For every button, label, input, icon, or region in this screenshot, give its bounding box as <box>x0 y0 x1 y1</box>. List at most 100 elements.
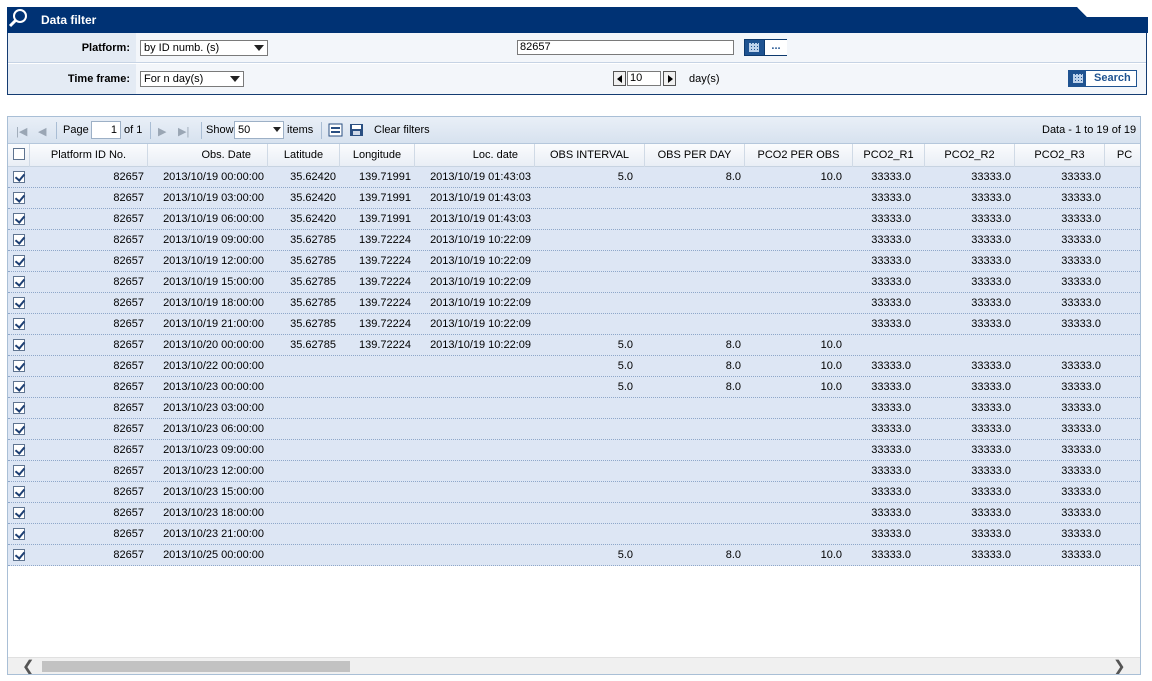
days-increment-button[interactable] <box>663 71 676 86</box>
table-row[interactable]: 82657 2013/10/19 21:00:00 35.62785 139.7222… <box>8 314 1140 335</box>
table-cell <box>645 440 745 460</box>
table-row[interactable]: 82657 2013/10/23 18:00:00 33333.0 33333.0 33… <box>8 503 1140 524</box>
table-cell <box>925 335 1015 355</box>
column-header[interactable]: OBS INTERVAL <box>535 144 645 167</box>
browse-dots: ... <box>764 40 787 55</box>
table-row[interactable]: 82657 2013/10/22 00:00:00 5.0 8.0 10.0 33333.… <box>8 356 1140 377</box>
platform-id-input[interactable]: 82657 <box>517 40 734 55</box>
table-cell: 8.0 <box>725 339 741 351</box>
table-cell: 2013/10/19 09:00:00 <box>163 234 264 246</box>
table-row[interactable]: 82657 2013/10/19 09:00:00 35.62785 139.7222… <box>8 230 1140 251</box>
column-header[interactable]: Latitude <box>268 144 340 167</box>
horizontal-scrollbar[interactable]: ❮ ❯ <box>8 657 1140 674</box>
table-row[interactable]: 82657 2013/10/20 00:00:00 35.62785 139.7222… <box>8 335 1140 356</box>
days-decrement-button[interactable] <box>613 71 626 86</box>
table-cell <box>645 524 745 544</box>
clear-filters-button[interactable]: Clear filters <box>374 124 430 136</box>
table-cell: 33333.0 <box>871 255 911 267</box>
table-cell: 33333.0 <box>971 213 1011 225</box>
table-row[interactable]: 82657 2013/10/23 06:00:00 33333.0 33333.0 33… <box>8 419 1140 440</box>
table-cell: 82657 <box>113 192 144 204</box>
select-all-checkbox[interactable] <box>13 148 25 160</box>
row-checkbox[interactable] <box>13 402 25 414</box>
table-cell <box>535 209 645 229</box>
row-checkbox[interactable] <box>13 528 25 540</box>
row-checkbox[interactable] <box>13 486 25 498</box>
table-cell: 33333.0 <box>1061 381 1101 393</box>
table-cell: 33333.0 <box>971 360 1011 372</box>
chevron-down-icon <box>254 45 264 51</box>
table-row[interactable]: 82657 2013/10/23 00:00:00 5.0 8.0 10.0 33333.… <box>8 377 1140 398</box>
column-header[interactable]: Longitude <box>340 144 415 167</box>
first-page-icon[interactable]: |◀ <box>16 125 27 138</box>
table-cell <box>340 398 415 418</box>
page-number-input[interactable]: 1 <box>91 121 121 139</box>
next-page-icon[interactable]: ▶ <box>158 125 166 138</box>
row-checkbox[interactable] <box>13 213 25 225</box>
search-button[interactable]: Search <box>1068 70 1137 87</box>
table-row[interactable]: 82657 2013/10/19 18:00:00 35.62785 139.7222… <box>8 293 1140 314</box>
row-checkbox[interactable] <box>13 381 25 393</box>
grid-icon <box>749 43 759 52</box>
scroll-right-icon[interactable]: ❯ <box>1113 657 1126 674</box>
row-checkbox[interactable] <box>13 276 25 288</box>
column-header[interactable]: PCO2_R1 <box>853 144 925 167</box>
table-cell: 33333.0 <box>971 465 1011 477</box>
row-checkbox[interactable] <box>13 297 25 309</box>
table-row[interactable]: 82657 2013/10/19 06:00:00 35.62420 139.7199… <box>8 209 1140 230</box>
table-cell: 2013/10/19 15:00:00 <box>163 276 264 288</box>
column-header[interactable]: Obs. Date <box>148 144 268 167</box>
row-checkbox[interactable] <box>13 255 25 267</box>
column-header[interactable]: OBS PER DAY <box>645 144 745 167</box>
browse-platform-button[interactable]: ... <box>744 39 787 56</box>
arrow-right-icon <box>668 75 673 83</box>
table-cell: 2013/10/19 01:43:03 <box>430 213 531 225</box>
timeframe-select-value: For n day(s) <box>144 73 204 85</box>
column-header[interactable]: PCO2 PER OBS <box>745 144 853 167</box>
table-cell: 5.0 <box>617 381 633 393</box>
table-row[interactable]: 82657 2013/10/23 15:00:00 33333.0 33333.0 33… <box>8 482 1140 503</box>
row-checkbox[interactable] <box>13 549 25 561</box>
column-header[interactable]: PCO2_R2 <box>925 144 1015 167</box>
row-checkbox[interactable] <box>13 339 25 351</box>
column-header[interactable]: Loc. date <box>415 144 535 167</box>
row-checkbox[interactable] <box>13 444 25 456</box>
table-cell <box>745 209 853 229</box>
table-row[interactable]: 82657 2013/10/19 00:00:00 35.62420 139.7199… <box>8 167 1140 188</box>
row-checkbox[interactable] <box>13 234 25 246</box>
row-checkbox[interactable] <box>13 360 25 372</box>
table-row[interactable]: 82657 2013/10/19 15:00:00 35.62785 139.7222… <box>8 272 1140 293</box>
table-row[interactable]: 82657 2013/10/25 00:00:00 5.0 8.0 10.0 33333.… <box>8 545 1140 566</box>
table-row[interactable]: 82657 2013/10/23 09:00:00 33333.0 33333.0 33… <box>8 440 1140 461</box>
page-size-select[interactable]: 50 <box>234 121 284 139</box>
page-size-value: 50 <box>238 124 251 136</box>
prev-page-icon[interactable]: ◀ <box>38 125 46 138</box>
row-checkbox[interactable] <box>13 465 25 477</box>
days-unit-label: day(s) <box>689 73 720 85</box>
page-of-label: of 1 <box>124 124 143 136</box>
table-cell <box>535 419 645 439</box>
timeframe-label: Time frame: <box>67 73 130 85</box>
table-row[interactable]: 82657 2013/10/23 03:00:00 33333.0 33333.0 33… <box>8 398 1140 419</box>
last-page-icon[interactable]: ▶| <box>178 125 189 138</box>
column-header[interactable]: PCO2_R3 <box>1015 144 1105 167</box>
row-checkbox[interactable] <box>13 192 25 204</box>
table-row[interactable]: 82657 2013/10/19 03:00:00 35.62420 139.7199… <box>8 188 1140 209</box>
row-checkbox[interactable] <box>13 507 25 519</box>
table-row[interactable]: 82657 2013/10/19 12:00:00 35.62785 139.7222… <box>8 251 1140 272</box>
table-cell: 82657 <box>113 465 144 477</box>
row-checkbox[interactable] <box>13 171 25 183</box>
timeframe-select[interactable]: For n day(s) <box>140 71 244 87</box>
save-icon[interactable] <box>349 123 364 137</box>
row-checkbox[interactable] <box>13 423 25 435</box>
table-row[interactable]: 82657 2013/10/23 12:00:00 33333.0 33333.0 33… <box>8 461 1140 482</box>
scrollbar-thumb[interactable] <box>42 661 350 672</box>
row-checkbox[interactable] <box>13 318 25 330</box>
scroll-left-icon[interactable]: ❮ <box>22 657 35 674</box>
export-icon[interactable] <box>328 123 343 137</box>
column-header[interactable]: PC <box>1105 144 1140 167</box>
column-header[interactable]: Platform ID No. <box>30 144 148 167</box>
days-input[interactable]: 10 <box>627 71 661 86</box>
table-row[interactable]: 82657 2013/10/23 21:00:00 33333.0 33333.0 33… <box>8 524 1140 545</box>
platform-select[interactable]: by ID numb. (s) <box>140 40 268 56</box>
